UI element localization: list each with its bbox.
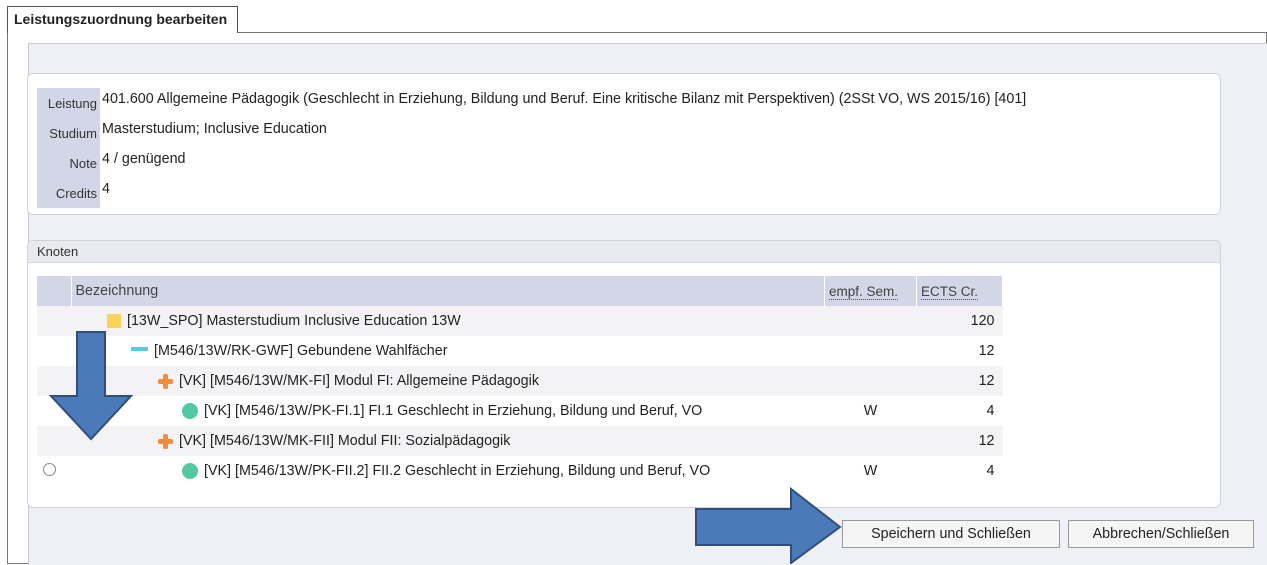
orange-cross-icon — [158, 433, 173, 449]
info-label: Studium — [37, 118, 100, 148]
green-dot-icon — [182, 463, 198, 479]
green-dot-icon — [182, 403, 198, 419]
table-row: [VK] [M546/13W/MK-FII] Modul FII: Sozial… — [37, 426, 1003, 456]
orange-cross-icon — [158, 373, 173, 389]
column-header-bezeichnung[interactable]: Bezeichnung — [71, 276, 825, 306]
dialog-body: Leistung 401.600 Allgemeine Pädagogik (G… — [0, 43, 1267, 564]
node-name: [13W_SPO] Masterstudium Inclusive Educat… — [127, 313, 461, 329]
node-name: [VK] [M546/13W/MK-FI] Modul FI: Allgemei… — [179, 373, 539, 389]
node-sem — [824, 366, 917, 396]
annotation-arrow-right-icon — [695, 487, 842, 564]
node-name: [VK] [M546/13W/PK-FII.2] FII.2 Geschlech… — [204, 463, 711, 479]
info-row-leistung: Leistung 401.600 Allgemeine Pädagogik (G… — [37, 88, 1026, 118]
column-header-empf-sem[interactable]: empf. Sem. — [824, 276, 917, 306]
annotation-arrow-down-icon — [48, 331, 134, 441]
node-ects: 12 — [916, 366, 1003, 396]
save-and-close-button[interactable]: Speichern und Schließen — [842, 520, 1060, 548]
column-header-select — [37, 276, 72, 306]
node-sem — [824, 426, 917, 456]
table-row: [M546/13W/RK-GWF] Gebundene Wahlfächer 1… — [37, 336, 1003, 366]
info-label: Leistung — [37, 88, 100, 118]
node-sem: W — [863, 403, 878, 419]
table-header-row: Bezeichnung empf. Sem. ECTS Cr. — [37, 276, 1003, 306]
table-row: [13W_SPO] Masterstudium Inclusive Educat… — [37, 306, 1003, 336]
info-value: 4 — [102, 181, 110, 197]
select-node-radio[interactable] — [43, 462, 56, 476]
row-select-cell — [37, 456, 71, 486]
node-name: [VK] [M546/13W/MK-FII] Modul FII: Sozial… — [179, 433, 511, 449]
info-value: 401.600 Allgemeine Pädagogik (Geschlecht… — [102, 91, 1027, 107]
table-row: [VK] [M546/13W/PK-FI.1] FI.1 Geschlecht … — [37, 396, 1003, 426]
node-sem: W — [863, 463, 878, 479]
node-ects: 12 — [978, 343, 995, 359]
node-name: [VK] [M546/13W/PK-FI.1] FI.1 Geschlecht … — [204, 403, 703, 419]
node-name: [M546/13W/RK-GWF] Gebundene Wahlfächer — [154, 343, 448, 359]
info-value: Masterstudium; Inclusive Education — [102, 121, 327, 137]
info-label: Credits — [37, 178, 100, 208]
info-label: Note — [37, 148, 100, 178]
leistung-info-panel: Leistung 401.600 Allgemeine Pädagogik (G… — [27, 73, 1221, 215]
info-row-studium: Studium Masterstudium; Inclusive Educati… — [37, 118, 1026, 148]
info-value: 4 / genügend — [102, 151, 186, 167]
node-ects: 4 — [986, 463, 995, 479]
cancel-close-button[interactable]: Abbrechen/Schließen — [1068, 520, 1254, 548]
node-ects: 12 — [916, 426, 1003, 456]
knoten-panel: Knoten Bezeichnung empf. Sem. ECTS Cr. [… — [27, 240, 1221, 508]
node-ects: 120 — [916, 306, 1003, 336]
dialog-title: Leistungszuordnung bearbeiten — [7, 6, 239, 33]
node-sem — [824, 306, 917, 336]
knoten-panel-title: Knoten — [28, 241, 1220, 263]
node-sem — [825, 336, 917, 366]
info-row-note: Note 4 / genügend — [37, 148, 1026, 178]
info-row-credits: Credits 4 — [37, 178, 1026, 208]
info-grid: Leistung 401.600 Allgemeine Pädagogik (G… — [37, 88, 1026, 208]
table-row: [VK] [M546/13W/MK-FI] Modul FI: Allgemei… — [37, 366, 1003, 396]
table-row: [VK] [M546/13W/PK-FII.2] FII.2 Geschlech… — [37, 456, 1003, 486]
knoten-table: Bezeichnung empf. Sem. ECTS Cr. [13W_SPO… — [37, 276, 1003, 486]
column-header-ects[interactable]: ECTS Cr. — [916, 276, 1003, 306]
yellow-square-icon — [107, 314, 121, 328]
node-ects: 4 — [986, 403, 995, 419]
